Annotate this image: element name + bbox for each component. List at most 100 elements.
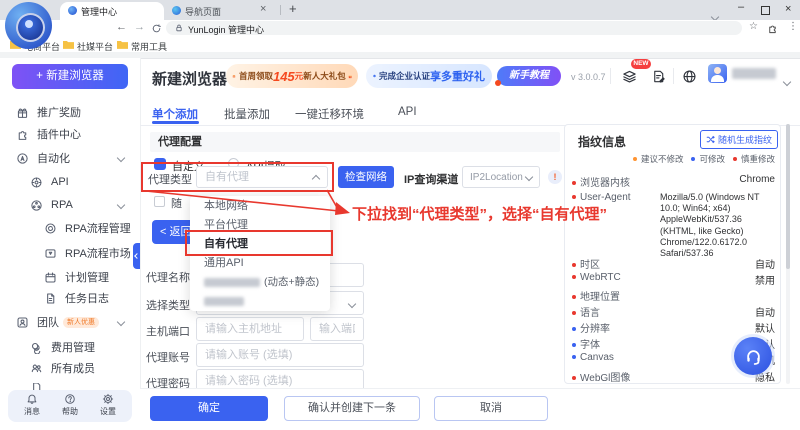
flow-manage-icon: [44, 222, 57, 235]
scrollbar-thumb[interactable]: [786, 124, 790, 269]
random-checkbox[interactable]: [154, 196, 165, 207]
billing-icon: [30, 341, 43, 354]
sidebar-item-rpa-flow-market[interactable]: RPA流程市场: [44, 245, 131, 261]
sidebar-item-rpa[interactable]: RPA: [30, 197, 124, 213]
chevron-down-icon: [525, 173, 533, 181]
support-chat-button[interactable]: [731, 334, 775, 378]
annotation-arrowhead: [335, 202, 350, 215]
sidebar-item-label: 费用管理: [51, 339, 95, 355]
dropdown-option-api[interactable]: 通用API: [190, 254, 330, 273]
proxy-account-label: 代理账号: [146, 349, 190, 365]
active-tab-title: 管理中心: [81, 5, 117, 18]
dropdown-option-local[interactable]: 本地网络: [190, 197, 330, 216]
question-icon: [64, 393, 76, 405]
chevron-down-icon: [348, 300, 356, 308]
sidebar-item-promotion[interactable]: 推广奖励: [16, 104, 81, 120]
window-minimize-button[interactable]: –: [738, 1, 744, 13]
tab-api[interactable]: API: [398, 106, 417, 118]
sidebar-item-task-log[interactable]: 任务日志: [44, 290, 109, 306]
team-badge: 新人优惠: [63, 317, 99, 328]
fp-row-language: 语言自动: [572, 304, 775, 319]
tab2-title[interactable]: 导航页面: [185, 5, 221, 18]
forward-icon[interactable]: →: [134, 21, 145, 33]
sidebar-item-api[interactable]: API: [30, 174, 69, 190]
sidebar-item-plugins[interactable]: 插件中心: [16, 126, 81, 142]
host-input[interactable]: [196, 317, 304, 341]
sidebar-item-label: API: [51, 176, 69, 188]
sidebar-item-members[interactable]: 所有成员: [30, 360, 95, 376]
new-tab-button[interactable]: +: [289, 1, 297, 16]
confirm-next-button[interactable]: 确认并创建下一条: [284, 396, 420, 421]
sidebar-item-rpa-flow-manage[interactable]: RPA流程管理: [44, 220, 131, 236]
back-icon[interactable]: ←: [116, 21, 127, 33]
ip-channel-label: IP查询渠道: [404, 171, 458, 187]
cert-badge-icon: [373, 70, 376, 82]
fp-useragent-value: Mozilla/5.0 (Windows NT 10.0; Win64; x64…: [660, 192, 773, 259]
chevron-down-icon: [117, 154, 125, 162]
proxy-type-select[interactable]: 自有代理: [196, 166, 328, 188]
extensions-puzzle-icon[interactable]: [767, 23, 778, 34]
sidebar-item-label: 任务日志: [65, 290, 109, 306]
help-nav[interactable]: 帮助: [58, 393, 82, 417]
radio-custom[interactable]: [154, 158, 166, 170]
layers-icon[interactable]: [622, 69, 637, 84]
tab-single-add[interactable]: 单个添加: [152, 106, 198, 122]
window-maximize-button[interactable]: [761, 6, 770, 15]
fp-row-geolocation: 地理位置: [572, 288, 775, 303]
cancel-button[interactable]: 取消: [434, 396, 548, 421]
globe-icon[interactable]: [682, 69, 697, 84]
messages-nav[interactable]: 消息: [20, 393, 44, 417]
sidebar-item-label: 计划管理: [65, 269, 109, 285]
calendar-icon: [44, 271, 57, 284]
sidebar-item-automation[interactable]: 自动化: [16, 150, 124, 166]
dropdown-option-redacted-2[interactable]: [190, 292, 330, 311]
new-browser-button[interactable]: + 新建浏览器: [12, 64, 128, 89]
gift-banner[interactable]: 首周领取 145 元 新人大礼包: [226, 64, 358, 88]
dropdown-option-redacted-1[interactable]: (动态+静态): [190, 273, 330, 292]
username-redacted: [732, 68, 776, 79]
yunlogin-logo: [5, 2, 52, 49]
active-tab-underline: [152, 121, 199, 124]
cert-banner-bold: 享多重好礼: [430, 68, 485, 84]
app-window: 管理中心 导航页面 × + – × ← → YunLogin 管理中心 ☆ ⋮ …: [0, 0, 800, 430]
port-input[interactable]: [310, 317, 364, 341]
sidebar-item-plan-manage[interactable]: 计划管理: [44, 269, 109, 285]
bell-icon: [26, 393, 38, 405]
tab-batch-add[interactable]: 批量添加: [224, 106, 270, 122]
headset-icon: [744, 347, 763, 366]
active-tab-favicon: [68, 6, 77, 15]
messages-label: 消息: [20, 406, 44, 417]
dropdown-option-platform[interactable]: 平台代理: [190, 216, 330, 235]
document-icon[interactable]: [651, 69, 666, 84]
avatar[interactable]: [708, 64, 727, 83]
settings-nav[interactable]: 设置: [96, 393, 120, 417]
annotation-text: 下拉找到“代理类型”，选择“自有代理”: [352, 203, 607, 224]
proxy-type-dropdown: 本地网络 平台代理 自有代理 通用API (动态+静态): [190, 196, 330, 311]
confirm-button[interactable]: 确定: [150, 396, 268, 421]
tab-migrate-env[interactable]: 一键迁移环境: [295, 106, 364, 122]
fp-row-timezone: 时区自动: [572, 256, 775, 271]
flow-market-icon: [44, 247, 57, 260]
sidebar-collapse-handle[interactable]: [133, 243, 140, 269]
proxy-account-input[interactable]: [196, 343, 364, 367]
window-close-button[interactable]: ×: [785, 3, 791, 15]
refresh-icon[interactable]: [151, 23, 162, 34]
proxy-type-value: 自有代理: [205, 171, 249, 183]
redacted-text: [204, 297, 244, 306]
sidebar-item-team[interactable]: 团队 新人优惠: [16, 314, 124, 330]
tab2-close-icon[interactable]: ×: [260, 3, 266, 15]
gift-box-icon: [348, 70, 352, 83]
dropdown-option-own[interactable]: 自有代理: [190, 235, 330, 254]
ip-channel-select[interactable]: IP2Location: [462, 166, 540, 188]
check-network-button[interactable]: 检查网络: [338, 166, 394, 188]
tab2-favicon: [172, 6, 181, 15]
warning-icon[interactable]: !: [548, 170, 562, 184]
bookmark-star-icon[interactable]: ☆: [749, 21, 758, 32]
browser-menu-kebab-icon[interactable]: ⋮: [788, 21, 798, 32]
user-menu-chevron-icon[interactable]: [784, 72, 790, 90]
members-icon: [30, 362, 43, 375]
tutorial-button[interactable]: 新手教程: [497, 66, 561, 86]
team-icon: [16, 316, 29, 329]
cert-banner[interactable]: 完成企业认证 享多重好礼: [366, 64, 492, 88]
sidebar-item-billing[interactable]: 费用管理: [30, 339, 95, 355]
